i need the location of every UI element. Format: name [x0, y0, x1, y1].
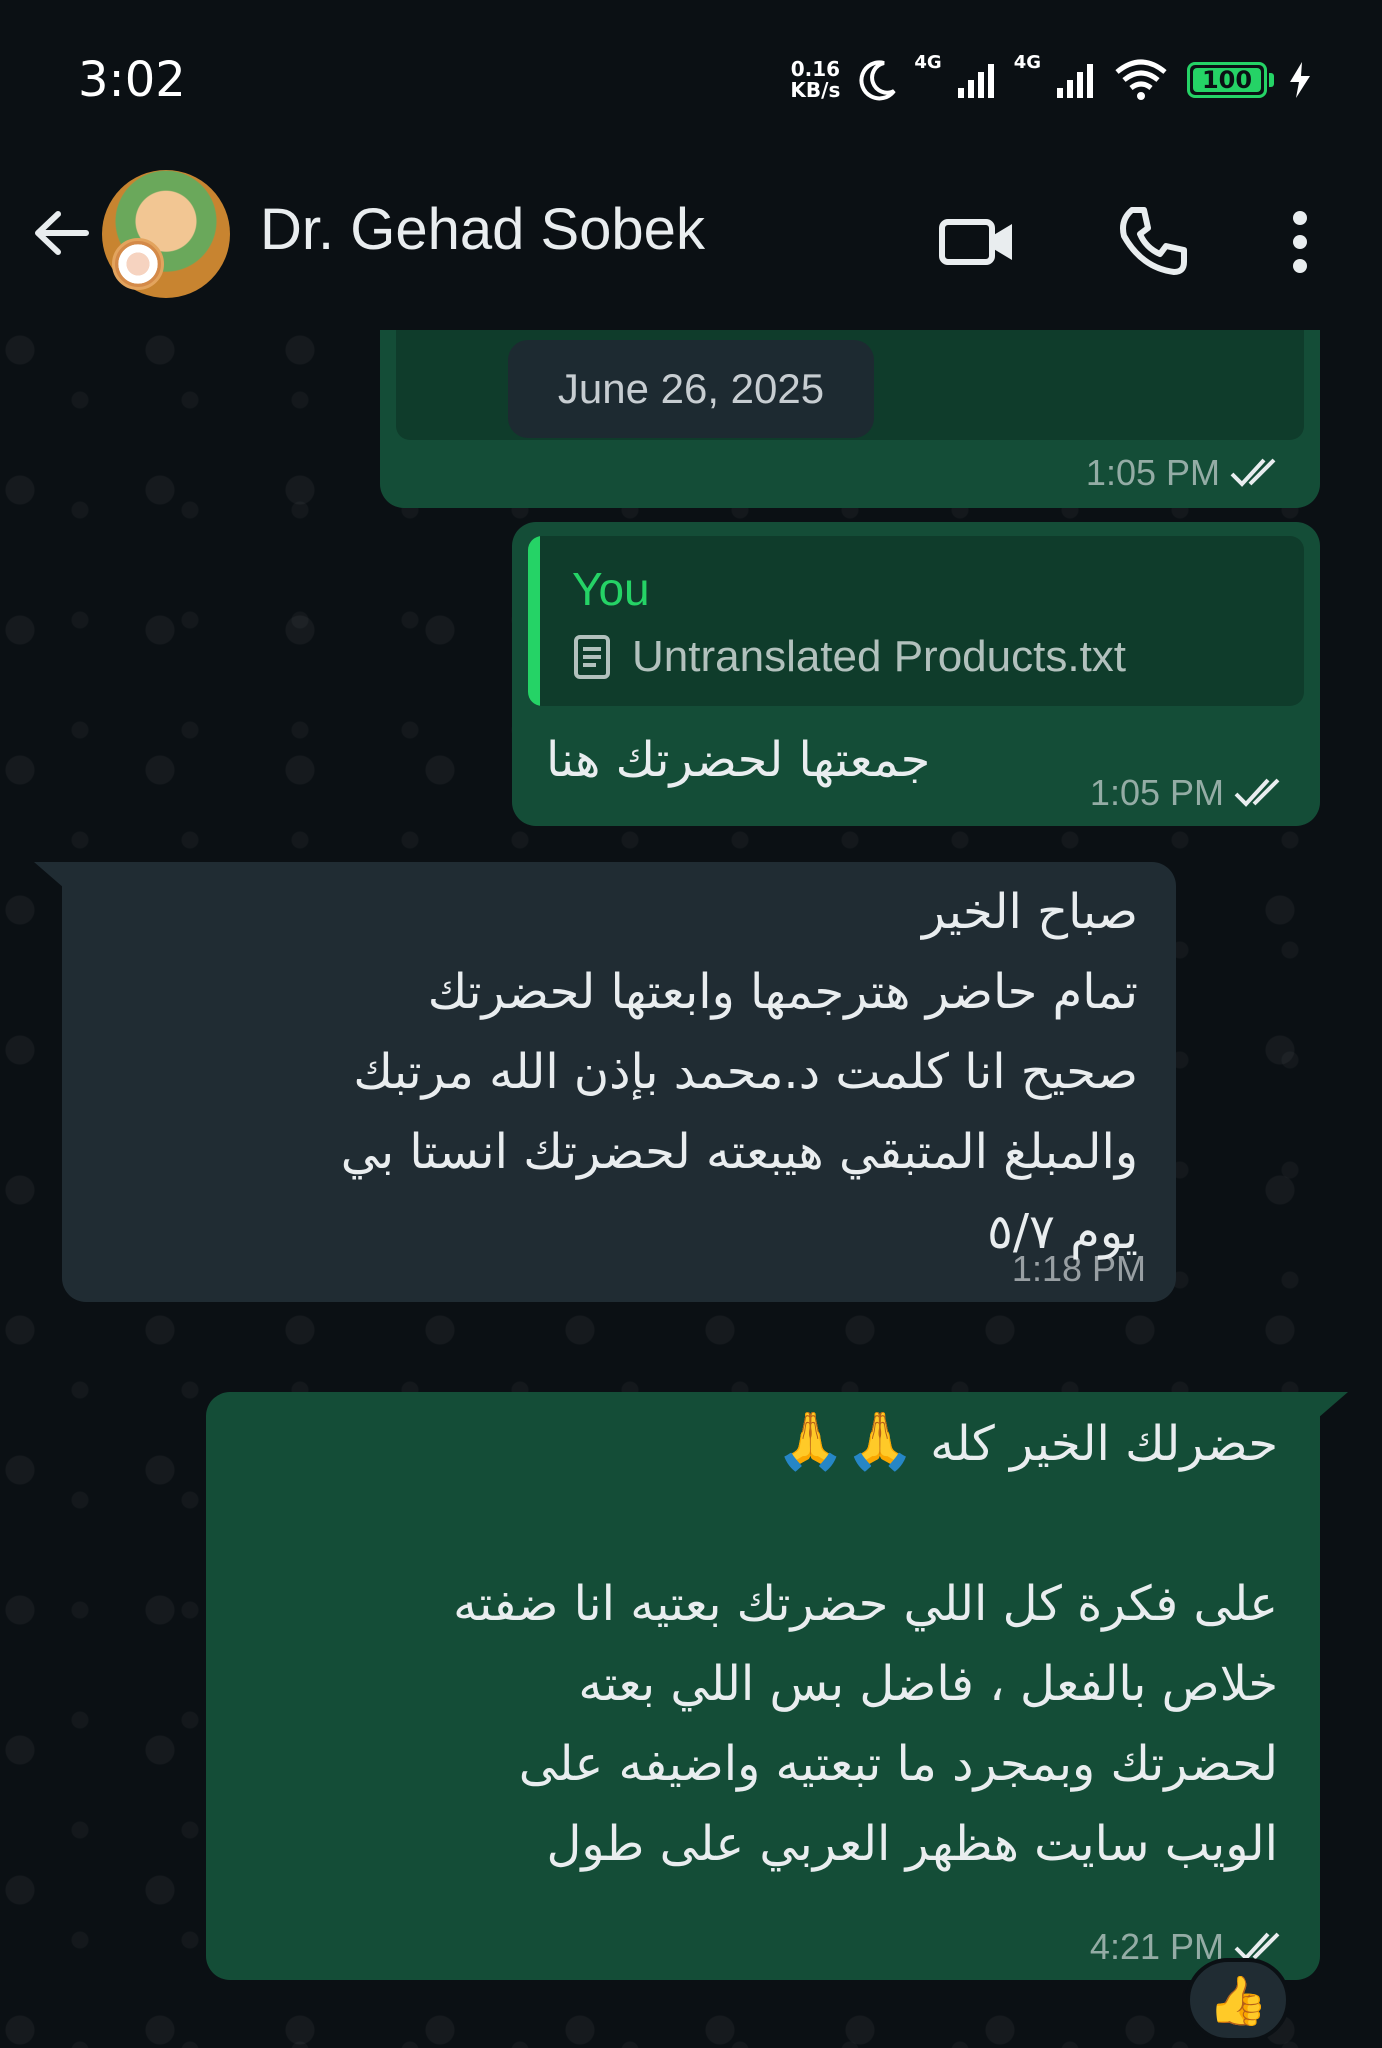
status-bar: 3:02 0.16 KB/s 4G 4G 100: [0, 0, 1382, 150]
incoming-message[interactable]: صباح الخير تمام حاضر هترجمها وابعتها لحض…: [62, 862, 1176, 1302]
network-speed-value: 0.16: [790, 57, 841, 81]
incoming-bubble-tail: [34, 862, 64, 888]
reaction-badge[interactable]: 👍: [1186, 1958, 1290, 2042]
more-vert-icon[interactable]: [1270, 202, 1330, 282]
status-icons: 0.16 KB/s 4G 4G 100: [790, 50, 1312, 110]
network-speed: 0.16 KB/s: [790, 59, 840, 101]
back-arrow-icon[interactable]: [30, 202, 92, 264]
battery-level: 100: [1201, 66, 1253, 94]
quoted-message[interactable]: You Untranslated Products.txt: [528, 536, 1304, 706]
quote-bar: [528, 536, 540, 706]
message-line: يوم ٥/٧: [987, 1204, 1138, 1260]
contact-avatar-badge: [112, 238, 164, 290]
pray-emoji: 🙏🙏: [775, 1409, 915, 1474]
double-check-icon: [1230, 458, 1276, 487]
message-line: على فكرة كل اللي حضرتك بعتيه انا ضفته: [453, 1576, 1278, 1632]
status-time: 3:02: [78, 52, 186, 108]
message-time: 1:05 PM: [1089, 772, 1224, 813]
quote-file-name: Untranslated Products.txt: [632, 632, 1127, 681]
video-call-icon[interactable]: [938, 202, 1018, 282]
quote-author: You: [572, 563, 650, 615]
message-text: حضرلك الخير كله 🙏🙏 على فكرة كل اللي حضرت…: [238, 1402, 1278, 1884]
message-meta: 1:05 PM: [1090, 772, 1290, 814]
network-speed-unit: KB/s: [790, 78, 841, 102]
message-time: 1:18 PM: [1011, 1248, 1146, 1289]
message-line: الويب سايت هظهر العربي على طول: [546, 1816, 1278, 1872]
phone-icon[interactable]: [1112, 202, 1192, 282]
outgoing-message[interactable]: حضرلك الخير كله 🙏🙏 على فكرة كل اللي حضرت…: [206, 1392, 1320, 1980]
message-text: صباح الخير تمام حاضر هترجمها وابعتها لحض…: [98, 872, 1138, 1272]
thumbs-up-emoji: 👍: [1208, 1972, 1268, 2029]
message-time: 4:21 PM: [1089, 1926, 1224, 1967]
date-chip: June 26, 2025: [508, 340, 874, 438]
battery-nub: [1269, 73, 1274, 87]
chat-header: Dr. Gehad Sobek: [0, 150, 1382, 330]
message-line: خلاص بالفعل ، فاضل بس اللي بعته: [578, 1656, 1278, 1712]
message-first-line: حضرلك الخير كله 🙏🙏: [238, 1402, 1278, 1484]
message-line: حضرلك الخير كله: [930, 1416, 1278, 1472]
message-time: 1:05 PM: [1085, 452, 1220, 493]
outgoing-message[interactable]: You Untranslated Products.txt جمعتها لحض…: [512, 522, 1320, 826]
contact-name[interactable]: Dr. Gehad Sobek: [260, 196, 705, 263]
wifi-icon: [1115, 59, 1167, 100]
charging-icon: [1290, 62, 1310, 98]
quote-file: Untranslated Products.txt: [572, 632, 1126, 682]
message-line: لحضرتك وبمجرد ما تبعتيه واضيفه على: [518, 1736, 1278, 1792]
sim1-network-label: 4G: [914, 52, 942, 73]
chat-area[interactable]: 1:05 PM June 26, 2025 You Untranslated P…: [0, 330, 1382, 2048]
signal-icon: [957, 64, 994, 98]
signal-icon: [1057, 64, 1093, 98]
moon-icon: [859, 60, 896, 101]
message-meta: 1:05 PM: [1086, 452, 1286, 494]
battery-icon: 100: [1187, 62, 1267, 98]
message-line: والمبلغ المتبقي هيبعته لحضرتك انستا بي: [340, 1124, 1138, 1180]
document-icon: [574, 635, 610, 679]
outgoing-bubble-tail: [1318, 1392, 1348, 1418]
sim2-network-label: 4G: [1013, 52, 1041, 73]
message-text: جمعتها لحضرتك هنا: [546, 732, 931, 788]
message-line: صحيح انا كلمت د.محمد بإذن الله مرتبك: [353, 1044, 1138, 1100]
message-meta: 1:18 PM: [1012, 1248, 1146, 1290]
message-line: تمام حاضر هترجمها وابعتها لحضرتك: [427, 964, 1138, 1020]
double-check-icon: [1234, 778, 1280, 807]
message-line: صباح الخير: [921, 884, 1138, 940]
